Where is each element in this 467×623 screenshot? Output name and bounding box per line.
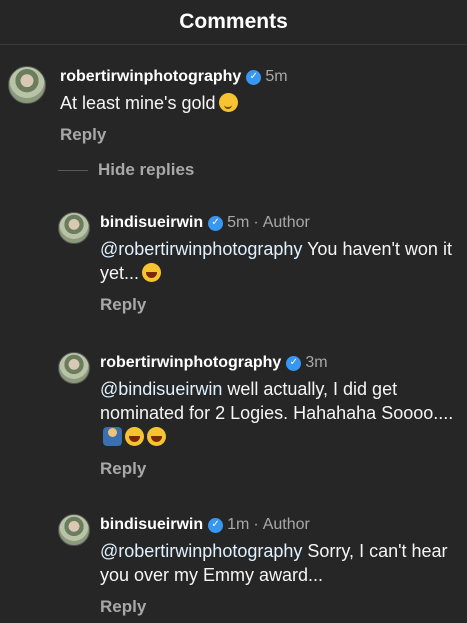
reply-button[interactable]: Reply xyxy=(60,125,288,145)
comment-time: 1m xyxy=(227,516,250,533)
comment-time: 3m xyxy=(305,354,328,371)
tears-of-joy-icon xyxy=(142,263,162,282)
tears-of-joy-icon xyxy=(147,427,166,446)
reply-button[interactable]: Reply xyxy=(100,459,458,479)
comment-text-body: At least mine's gold xyxy=(60,93,216,113)
verified-badge-icon: ✓ xyxy=(246,69,262,85)
reply-comment: robertirwinphotography ✓ 3m @bindisueirw… xyxy=(58,352,458,479)
avatar[interactable] xyxy=(8,66,46,104)
reply-comment: bindisueirwin ✓ 5m · Author @robertirwin… xyxy=(58,212,458,315)
mention-link[interactable]: @bindisueirwin xyxy=(100,379,222,399)
person-shrugging-icon xyxy=(103,427,122,446)
comment-username[interactable]: robertirwinphotography xyxy=(60,66,241,88)
verified-badge-icon: ✓ xyxy=(286,355,302,371)
reply-comment: bindisueirwin ✓ 1m · Author @robertirwin… xyxy=(58,514,458,617)
reply-button[interactable]: Reply xyxy=(100,597,458,617)
comment-text: At least mine's gold xyxy=(60,91,288,115)
comment-username[interactable]: robertirwinphotography xyxy=(100,352,281,374)
avatar[interactable] xyxy=(58,212,90,244)
mention-link[interactable]: @robertirwinphotography xyxy=(100,239,302,259)
separator-dot: · xyxy=(253,516,259,533)
smirking-face-icon xyxy=(218,93,238,112)
tears-of-joy-icon xyxy=(125,427,144,446)
comment-username[interactable]: bindisueirwin xyxy=(100,212,203,234)
verified-badge-icon: ✓ xyxy=(208,215,224,231)
comment-username[interactable]: bindisueirwin xyxy=(100,514,203,536)
avatar[interactable] xyxy=(58,514,90,546)
comment: robertirwinphotography ✓ 5m At least min… xyxy=(8,66,288,145)
author-label: Author xyxy=(262,214,310,231)
comment-text: @robertirwinphotography Sorry, I can't h… xyxy=(100,539,458,587)
comment-time: 5m xyxy=(265,68,288,85)
comment-time: 5m xyxy=(227,214,250,231)
hide-replies-label: Hide replies xyxy=(98,160,195,179)
comment-text: @bindisueirwin well actually, I did get … xyxy=(100,377,458,449)
divider-line xyxy=(58,169,88,171)
avatar[interactable] xyxy=(58,352,90,384)
comment-text: @robertirwinphotography You haven't won … xyxy=(100,237,458,285)
verified-badge-icon: ✓ xyxy=(208,517,224,533)
mention-link[interactable]: @robertirwinphotography xyxy=(100,541,302,561)
reply-button[interactable]: Reply xyxy=(100,295,458,315)
separator-dot: · xyxy=(253,214,259,231)
author-label: Author xyxy=(262,516,310,533)
comments-header: Comments xyxy=(0,0,467,45)
hide-replies-button[interactable]: Hide replies xyxy=(58,160,194,180)
page-title: Comments xyxy=(179,10,288,33)
